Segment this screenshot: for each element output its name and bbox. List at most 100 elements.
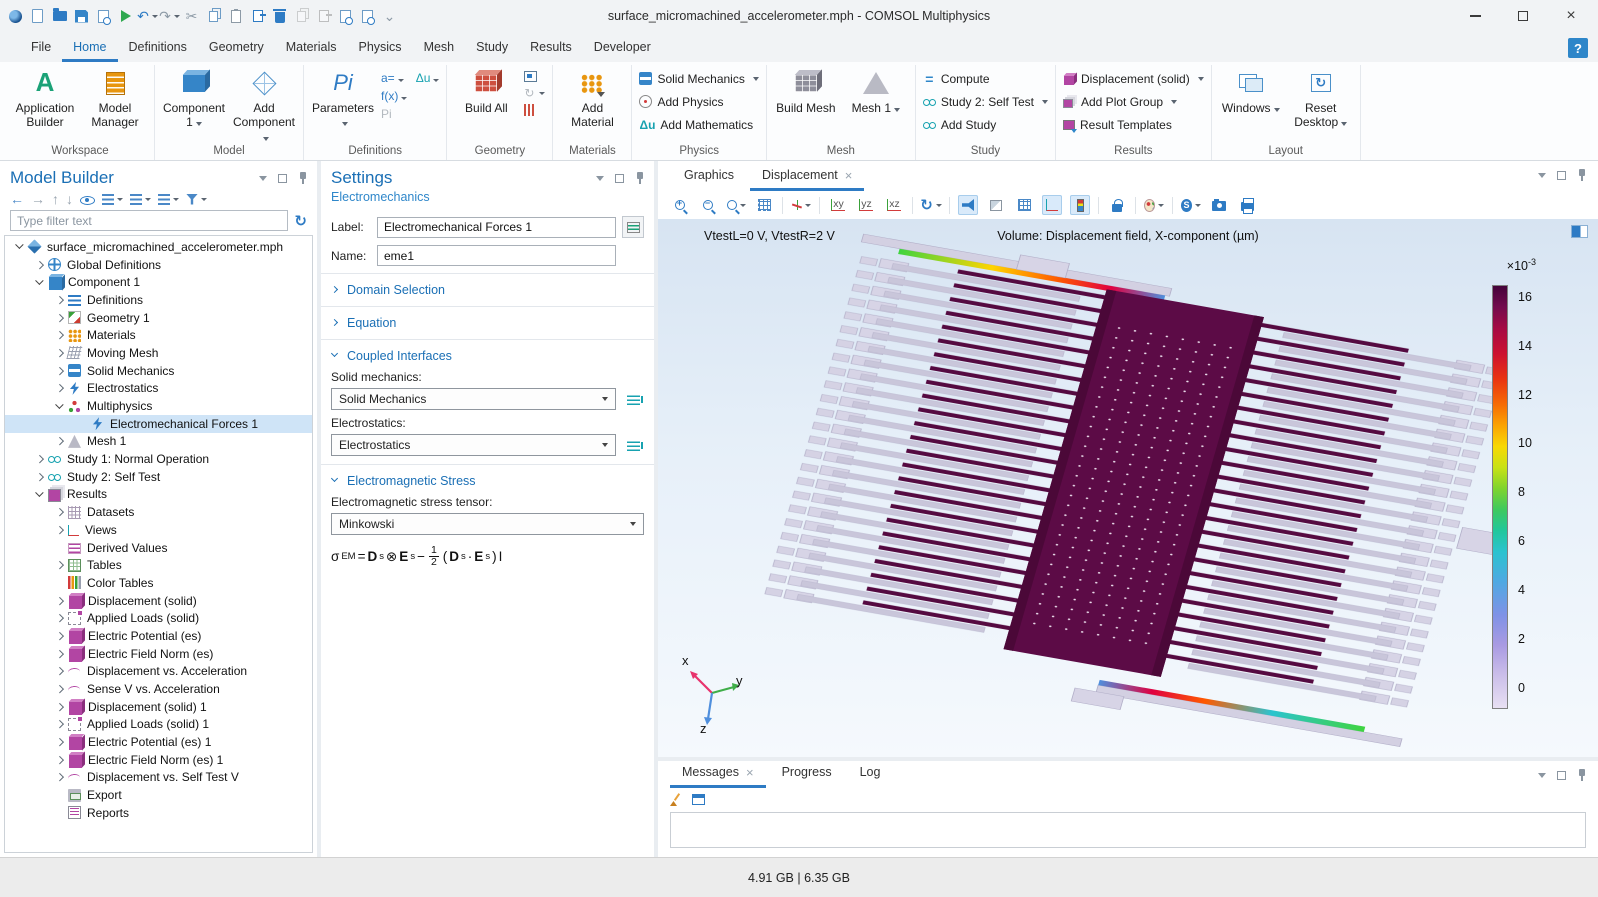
filter-icon[interactable] bbox=[186, 194, 207, 205]
menu-study[interactable]: Study bbox=[465, 36, 519, 62]
menu-home[interactable]: Home bbox=[62, 36, 117, 62]
menu-geometry[interactable]: Geometry bbox=[198, 36, 275, 62]
redo-icon[interactable]: ↷ bbox=[160, 7, 179, 26]
tab-graphics[interactable]: Graphics bbox=[672, 163, 746, 191]
refresh-icon[interactable]: ↻ bbox=[294, 212, 307, 230]
move-up-icon[interactable]: ↑ bbox=[52, 192, 59, 206]
open-messages-window-icon[interactable] bbox=[692, 794, 705, 805]
menu-mesh[interactable]: Mesh bbox=[413, 36, 466, 62]
undo-icon[interactable]: ↶ bbox=[138, 7, 157, 26]
back-icon[interactable]: ← bbox=[10, 192, 24, 206]
view-yz-icon[interactable]: yz bbox=[856, 195, 876, 215]
tree-item-electric-field-norm[interactable]: Electric Field Norm (es) bbox=[5, 645, 312, 663]
tree-item-color-tables[interactable]: Color Tables bbox=[5, 574, 312, 592]
color-legend-icon[interactable] bbox=[1070, 195, 1090, 215]
tree-item-multiphysics[interactable]: Multiphysics bbox=[5, 397, 312, 415]
expander-icon[interactable] bbox=[53, 628, 68, 643]
section-header-electromagnetic-stress[interactable]: Electromagnetic Stress bbox=[331, 472, 644, 489]
customize-quick-access-icon[interactable]: ⌄ bbox=[380, 7, 399, 26]
float-panel-icon[interactable] bbox=[615, 174, 624, 183]
add-component-button[interactable]: Add Component bbox=[232, 67, 296, 144]
tree-item-displacement-solid-1[interactable]: Displacement (solid) 1 bbox=[5, 698, 312, 716]
add-mathematics-button[interactable]: ΔuAdd Mathematics bbox=[639, 113, 758, 136]
tree-item-reports[interactable]: Reports bbox=[5, 804, 312, 822]
expander-icon[interactable] bbox=[13, 239, 28, 254]
duplicate-icon[interactable] bbox=[248, 7, 267, 26]
print-icon[interactable] bbox=[1237, 195, 1257, 215]
tree-item-results[interactable]: Results bbox=[5, 486, 312, 504]
pin-panel-icon[interactable] bbox=[298, 172, 307, 184]
windows-button[interactable]: Windows bbox=[1219, 67, 1283, 115]
tree-item-root[interactable]: surface_micromachined_accelerometer.mph bbox=[5, 238, 312, 256]
forward-icon[interactable]: → bbox=[31, 192, 45, 206]
expander-icon[interactable] bbox=[53, 770, 68, 785]
tree-item-study-2[interactable]: Study 2: Self Test bbox=[5, 468, 312, 486]
tree-item-electric-field-norm-1[interactable]: Electric Field Norm (es) 1 bbox=[5, 751, 312, 769]
expander-icon[interactable] bbox=[53, 381, 68, 396]
paste-icon[interactable] bbox=[226, 7, 245, 26]
new-file-icon[interactable] bbox=[28, 7, 47, 26]
result-templates-button[interactable]: Result Templates bbox=[1063, 113, 1204, 136]
tree-item-derived-values[interactable]: Derived Values bbox=[5, 539, 312, 557]
tree-item-solid-mechanics[interactable]: Solid Mechanics bbox=[5, 362, 312, 380]
tree-item-displacement-vs-acceleration[interactable]: Displacement vs. Acceleration bbox=[5, 663, 312, 681]
expander-icon[interactable] bbox=[53, 682, 68, 697]
stress-tensor-select[interactable]: Minkowski bbox=[331, 513, 644, 535]
tree-item-global-definitions[interactable]: Global Definitions bbox=[5, 256, 312, 274]
default-3d-view-icon[interactable] bbox=[791, 195, 811, 215]
image-icon[interactable] bbox=[1209, 195, 1229, 215]
tree-item-study-1[interactable]: Study 1: Normal Operation bbox=[5, 450, 312, 468]
displacement-solid-button[interactable]: Displacement (solid) bbox=[1063, 67, 1204, 90]
parameters-button[interactable]: Pi Parameters bbox=[311, 67, 375, 130]
grid-icon[interactable] bbox=[1014, 195, 1034, 215]
snapshot-icon[interactable]: S bbox=[1181, 195, 1201, 215]
menu-results[interactable]: Results bbox=[519, 36, 583, 62]
tree-item-views[interactable]: Views bbox=[5, 521, 312, 539]
tree-item-applied-loads[interactable]: Applied Loads (solid) bbox=[5, 609, 312, 627]
close-button[interactable]: × bbox=[1564, 9, 1578, 23]
model-manager-button[interactable]: Model Manager bbox=[83, 67, 147, 130]
import-geometry-icon[interactable] bbox=[524, 71, 537, 82]
expander-icon[interactable] bbox=[53, 717, 68, 732]
compute-button[interactable]: =Compute bbox=[923, 67, 1048, 90]
add-solid-mechanics-button[interactable] bbox=[622, 388, 644, 410]
node-grouping-icon[interactable] bbox=[158, 194, 179, 205]
zoom-out-icon[interactable]: − bbox=[698, 195, 718, 215]
expander-icon[interactable] bbox=[53, 699, 68, 714]
scene-light-icon[interactable] bbox=[958, 195, 978, 215]
study-2-button[interactable]: Study 2: Self Test bbox=[923, 90, 1048, 113]
panel-menu-icon[interactable] bbox=[1538, 173, 1546, 178]
section-equation[interactable]: Equation bbox=[321, 306, 654, 339]
zoom-in-icon[interactable]: + bbox=[670, 195, 690, 215]
float-panel-icon[interactable] bbox=[1557, 171, 1566, 180]
expander-icon[interactable] bbox=[33, 257, 48, 272]
view-xy-icon[interactable]: xy bbox=[828, 195, 848, 215]
close-tab-icon[interactable]: × bbox=[845, 169, 853, 182]
view-xz-icon[interactable]: xz bbox=[884, 195, 904, 215]
expander-icon[interactable] bbox=[33, 452, 48, 467]
run-icon[interactable] bbox=[116, 7, 135, 26]
reset-desktop-button[interactable]: ↻ Reset Desktop bbox=[1289, 67, 1353, 130]
expander-icon[interactable] bbox=[33, 487, 48, 502]
pin-panel-icon[interactable] bbox=[1577, 169, 1586, 181]
add-material-button[interactable]: Add Material bbox=[560, 67, 624, 130]
close-tab-icon[interactable]: × bbox=[746, 766, 754, 779]
tree-item-electrostatics[interactable]: Electrostatics bbox=[5, 380, 312, 398]
expander-icon[interactable] bbox=[53, 399, 68, 414]
expander-icon[interactable] bbox=[33, 275, 48, 290]
tree-item-displacement-solid[interactable]: Displacement (solid) bbox=[5, 592, 312, 610]
zoom-extents-icon[interactable] bbox=[754, 195, 774, 215]
expander-icon[interactable] bbox=[33, 469, 48, 484]
add-physics-button[interactable]: Add Physics bbox=[639, 90, 758, 113]
show-icon[interactable] bbox=[80, 194, 95, 205]
expander-icon[interactable] bbox=[53, 328, 68, 343]
expander-icon[interactable] bbox=[53, 558, 68, 573]
tree-item-electric-potential-1[interactable]: Electric Potential (es) 1 bbox=[5, 733, 312, 751]
collapse-all-icon[interactable] bbox=[130, 194, 151, 205]
solid-mechanics-select[interactable]: Solid Mechanics bbox=[331, 388, 616, 410]
help-button[interactable]: ? bbox=[1568, 38, 1588, 58]
menu-file[interactable]: File bbox=[20, 36, 62, 62]
section-header-coupled-interfaces[interactable]: Coupled Interfaces bbox=[331, 347, 644, 364]
tree-item-component-1[interactable]: Component 1 bbox=[5, 273, 312, 291]
lock-icon[interactable] bbox=[1107, 195, 1127, 215]
